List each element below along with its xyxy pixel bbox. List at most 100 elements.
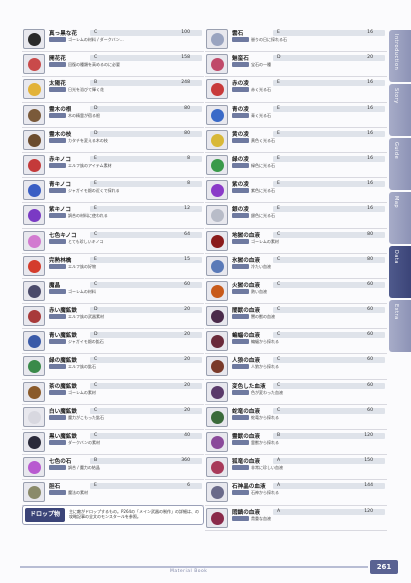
item-rank: D bbox=[94, 332, 98, 338]
item-price: 20 bbox=[184, 407, 190, 413]
item-category-tag bbox=[49, 87, 66, 93]
item-thumbnail bbox=[23, 457, 45, 478]
item-stat-bar: C 40 bbox=[90, 433, 202, 439]
item-description: 色が変わった血液 bbox=[251, 389, 283, 395]
item-category-tag bbox=[49, 490, 66, 496]
item-image bbox=[28, 385, 41, 399]
item-thumbnail bbox=[206, 306, 228, 327]
item-description: 黄色く光る石 bbox=[251, 137, 275, 143]
item-description: 宝石の一種 bbox=[251, 62, 271, 68]
item-category-tag bbox=[49, 213, 66, 219]
item-stat-bar: C 64 bbox=[90, 231, 202, 238]
item-category-tag bbox=[49, 62, 66, 68]
item-thumbnail bbox=[206, 104, 228, 125]
item-price: 8 bbox=[187, 155, 190, 161]
item-name: 狐竜の血液 bbox=[232, 459, 260, 466]
item-name: 黄の凌 bbox=[232, 131, 249, 138]
chapter-tab-label: Introduction bbox=[393, 34, 399, 71]
chapter-tab-story[interactable]: Story bbox=[389, 84, 411, 136]
item-rank: C bbox=[277, 281, 281, 287]
page-footer: Material Book 261 bbox=[0, 560, 411, 583]
item-entry: 太陽花 B 248 日光を浴びて輝く花 bbox=[22, 77, 204, 103]
item-entry: 青い魔鉱鉄 D 20 ジャガイモ畑の鉱石 bbox=[22, 329, 204, 355]
item-description: 緑色に光る石 bbox=[251, 162, 275, 168]
item-rank: E bbox=[94, 155, 97, 161]
item-entry: 狐竜の血液 A 150 非常に珍しい血液 bbox=[205, 455, 387, 481]
item-price: 60 bbox=[367, 407, 373, 413]
item-price: 15 bbox=[184, 256, 190, 262]
item-entry: 黄の凌 E 16 黄色く光る石 bbox=[205, 128, 387, 153]
item-thumbnail bbox=[23, 255, 45, 276]
guidebook-page: 真っ黒な花 C 100 ゴーレムの材料 / ダークバン… 開花花 C 158 回復の種類を高め… bbox=[0, 0, 411, 583]
chapter-tab-map[interactable]: Map bbox=[389, 192, 411, 244]
item-stat-bar: C 60 bbox=[273, 332, 385, 339]
chapter-tab-extra[interactable]: Extra bbox=[389, 300, 411, 352]
item-rank: E bbox=[94, 181, 97, 187]
item-category-tag bbox=[232, 414, 249, 420]
item-category-tag bbox=[49, 112, 66, 118]
item-entry: 紫キノコ E 12 調合の材料に使われる bbox=[22, 203, 204, 229]
item-description: ゴーレムの材料 / ダークバン… bbox=[68, 37, 124, 42]
item-thumbnail bbox=[206, 331, 228, 352]
item-stat-bar: C 80 bbox=[273, 231, 385, 238]
item-description: 紫色に光る石 bbox=[251, 188, 275, 194]
item-description: 調合 / 魔力の結晶 bbox=[68, 465, 100, 471]
item-name: 紫キノコ bbox=[49, 207, 71, 214]
item-stat-bar: D 20 bbox=[273, 55, 385, 62]
chapter-tab-introduction[interactable]: Introduction bbox=[389, 30, 411, 82]
item-thumbnail bbox=[206, 406, 228, 427]
item-image bbox=[211, 58, 224, 72]
item-description: ゴーレムの素材 bbox=[251, 238, 279, 244]
item-rank: E bbox=[94, 206, 97, 212]
item-rank: A bbox=[277, 483, 281, 489]
item-entry: 闇獣の血液 C 60 闇の獣の血液 bbox=[205, 304, 387, 330]
item-category-tag bbox=[49, 414, 66, 420]
item-name: 石神晶の血液 bbox=[232, 484, 266, 491]
item-image bbox=[28, 461, 41, 475]
item-name: 緑の魔鉱鉄 bbox=[49, 358, 77, 365]
item-description: ダークバンの素材 bbox=[68, 440, 100, 445]
item-price: 60 bbox=[184, 281, 190, 287]
item-thumbnail bbox=[206, 255, 228, 276]
item-category-tag bbox=[49, 263, 66, 269]
item-price: 248 bbox=[181, 80, 190, 86]
item-image bbox=[28, 310, 41, 324]
item-category-tag bbox=[49, 389, 66, 395]
item-thumbnail bbox=[206, 79, 228, 100]
item-name: 七色キノコ bbox=[49, 232, 77, 239]
item-stat-bar: E 16 bbox=[273, 30, 385, 36]
item-thumbnail bbox=[206, 356, 228, 377]
item-rank: E bbox=[94, 483, 97, 489]
chapter-tab-guide[interactable]: Guide bbox=[389, 138, 411, 190]
item-entry: 青の凌 E 16 青く光る石 bbox=[205, 103, 387, 128]
item-name: 霊木の根 bbox=[49, 106, 72, 113]
item-price: 60 bbox=[367, 332, 373, 338]
item-description: 貴重な血液 bbox=[251, 515, 271, 521]
item-price: 80 bbox=[367, 231, 373, 237]
item-description: 魔力がこもった鉱石 bbox=[68, 414, 104, 420]
item-name: 青キノコ bbox=[49, 182, 71, 189]
item-name: 火獄の血液 bbox=[232, 282, 260, 289]
item-name: 赤の凌 bbox=[232, 81, 249, 88]
chapter-tab-data[interactable]: Data bbox=[389, 246, 411, 298]
item-stat-bar: C 60 bbox=[90, 281, 202, 288]
item-name: 真っ黒な花 bbox=[49, 31, 77, 37]
item-category-tag bbox=[232, 339, 249, 345]
item-rank: D bbox=[277, 55, 281, 61]
item-thumbnail bbox=[206, 457, 228, 478]
item-category-tag bbox=[232, 62, 249, 68]
item-rank: E bbox=[277, 206, 280, 212]
item-thumbnail bbox=[23, 104, 45, 125]
item-rank: C bbox=[94, 281, 98, 287]
item-rank: C bbox=[94, 231, 98, 237]
item-entry: 魔晶 C 60 ゴーレムの材料 bbox=[22, 279, 204, 305]
item-name: 銀の凌 bbox=[232, 207, 249, 214]
item-rank: D bbox=[94, 307, 98, 313]
item-description: 赤く光る石 bbox=[251, 87, 271, 93]
item-thumbnail bbox=[23, 29, 45, 49]
item-description: 青く光る石 bbox=[251, 112, 271, 118]
item-thumbnail bbox=[23, 280, 45, 301]
item-thumbnail bbox=[206, 280, 228, 301]
item-thumbnail bbox=[206, 205, 228, 226]
item-description: 魔法の素材 bbox=[68, 490, 88, 496]
